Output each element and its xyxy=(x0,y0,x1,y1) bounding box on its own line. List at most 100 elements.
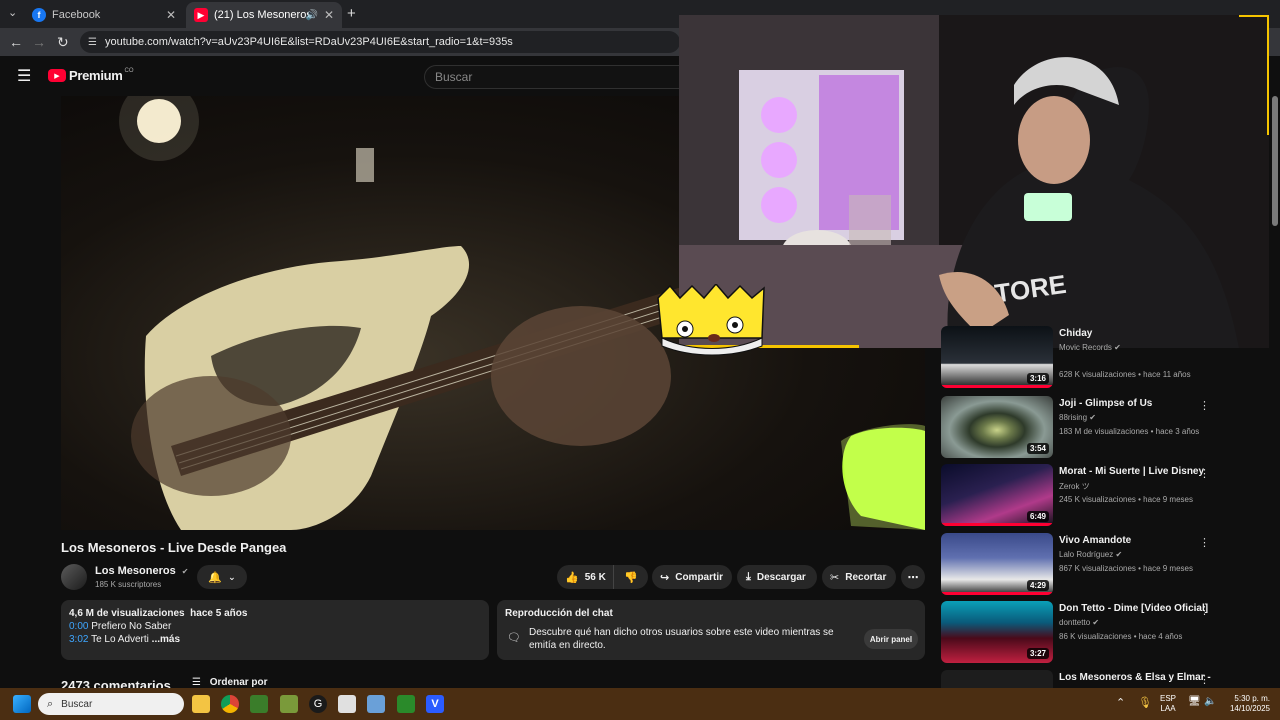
chrome-icon[interactable] xyxy=(221,695,239,713)
new-tab-button[interactable]: + xyxy=(347,5,356,22)
tab-list-icon[interactable]: ⌄ xyxy=(8,6,17,19)
more-vertical-icon[interactable]: ⋮ xyxy=(1199,536,1210,549)
minecraft-launcher-icon[interactable] xyxy=(280,695,298,713)
youtube-premium-logo[interactable]: ▶ Premium CO xyxy=(48,68,134,83)
duration-badge: 3:27 xyxy=(1026,648,1049,659)
recommendation-item[interactable]: Los Mesoneros & Elsa y Elmar - ⋮ xyxy=(941,670,1221,688)
tab-label: Facebook xyxy=(52,9,101,21)
share-icon: ↪ xyxy=(660,571,670,584)
tab-facebook[interactable]: f Facebook ✕ xyxy=(24,2,184,28)
video-thumbnail[interactable]: 3:54 xyxy=(941,396,1053,458)
scissors-icon: ✂ xyxy=(830,571,840,584)
channel-name[interactable]: Los Mesoneros ✔ xyxy=(95,565,188,577)
notification-bell-button[interactable]: 🔔 ⌄ xyxy=(197,565,247,589)
download-button[interactable]: ⤓ Descargar xyxy=(737,565,817,589)
game-launcher-icon[interactable] xyxy=(397,695,415,713)
sort-comments-button[interactable]: ☰ Ordenar por xyxy=(192,677,268,688)
clip-button[interactable]: ✂ Recortar xyxy=(822,565,896,589)
chat-replay-title: Reproducción del chat xyxy=(505,608,613,619)
channel-text: 88rising xyxy=(1059,413,1088,422)
channel-name-text: Los Mesoneros xyxy=(95,565,176,577)
reload-icon[interactable]: ↻ xyxy=(57,34,69,51)
chat-replay-box: Reproducción del chat 🗨 Descubre qué han… xyxy=(497,600,925,660)
chapter-row: 3:02 Te Lo Adverti ...más xyxy=(69,634,180,645)
volume-icon[interactable]: 🔈 xyxy=(1204,696,1216,707)
more-vertical-icon[interactable]: ⋮ xyxy=(1199,673,1210,686)
recommendation-title: Joji - Glimpse of Us xyxy=(1059,398,1153,409)
duration-badge: 6:49 xyxy=(1026,511,1049,522)
more-actions-button[interactable]: ⋯ xyxy=(901,565,925,589)
calculator-icon[interactable] xyxy=(367,695,385,713)
back-icon[interactable]: ← xyxy=(9,34,23,50)
recommendation-item[interactable]: 3:16 Chiday Movic Records ✔ 628 K visual… xyxy=(941,326,1221,388)
watch-progress-bar xyxy=(941,523,1053,526)
menu-icon[interactable]: ☰ xyxy=(17,66,31,86)
page-scrollbar[interactable] xyxy=(1272,96,1278,226)
chat-replay-text: Descubre qué han dicho otros usuarios so… xyxy=(529,627,834,651)
network-icon[interactable]: 🖥 xyxy=(1188,696,1201,707)
open-chat-panel-button[interactable]: Abrir panel xyxy=(864,629,918,649)
keyboard-layout: LAA xyxy=(1160,704,1176,713)
channel-avatar[interactable] xyxy=(61,564,87,590)
more-vertical-icon[interactable]: ⋮ xyxy=(1199,467,1210,480)
language-code: ESP xyxy=(1160,694,1177,703)
chat-icon: 🗨 xyxy=(507,632,521,644)
show-more-link[interactable]: ...más xyxy=(152,634,180,645)
like-count: 56 K xyxy=(584,571,606,583)
chapter-timestamp[interactable]: 0:00 xyxy=(69,621,88,632)
more-vertical-icon[interactable]: ⋮ xyxy=(1199,604,1210,617)
clock-date: 14/10/2025 xyxy=(1229,704,1270,713)
recommendation-item[interactable]: 3:27 Don Tetto - Dime [Video Oficial] do… xyxy=(941,601,1221,663)
clock[interactable]: 5:30 p. m. 14/10/2025 xyxy=(1222,694,1270,714)
url-field[interactable]: ☰ youtube.com/watch?v=aUv23P4UI6E&list=R… xyxy=(80,31,680,53)
recommendation-meta: 86 K visualizaciones • hace 4 años xyxy=(1059,632,1183,641)
like-button[interactable]: 👍 56 K xyxy=(557,565,613,589)
forward-icon[interactable]: → xyxy=(32,34,46,50)
sort-label: Ordenar por xyxy=(209,677,268,688)
video-thumbnail[interactable]: 6:49 xyxy=(941,464,1053,526)
search-input[interactable]: Buscar xyxy=(424,65,684,89)
chapter-timestamp[interactable]: 3:02 xyxy=(69,634,88,645)
views-and-date: 4,6 M de visualizaciones hace 5 años xyxy=(69,608,248,619)
description-box[interactable]: 4,6 M de visualizaciones hace 5 años 0:0… xyxy=(61,600,489,660)
recommendation-channel: 88rising ✔ xyxy=(1059,413,1096,422)
dislike-button[interactable]: 👎 xyxy=(613,565,648,589)
thumbs-down-icon: 👎 xyxy=(624,571,638,584)
taskbar-search-input[interactable]: ⌕ Buscar xyxy=(38,693,184,715)
video-title: Los Mesoneros - Live Desde Pangea xyxy=(61,540,287,555)
video-thumbnail[interactable]: 3:27 xyxy=(941,601,1053,663)
chevron-up-icon[interactable]: ⌃ xyxy=(1116,696,1125,709)
share-button[interactable]: ↪ Compartir xyxy=(652,565,732,589)
sort-icon: ☰ xyxy=(192,677,201,688)
language-indicator[interactable]: ESP LAA xyxy=(1160,694,1176,714)
app-window-icon[interactable] xyxy=(338,695,356,713)
speaker-icon[interactable]: 🔊 xyxy=(306,10,318,21)
logo-text: Premium xyxy=(69,68,123,83)
channel-text: Movic Records xyxy=(1059,343,1112,352)
download-label: Descargar xyxy=(756,571,806,583)
tab-youtube[interactable]: ▶ (21) Los Mesoneros - Live D 🔊 ✕ xyxy=(186,2,342,28)
app-g-icon[interactable]: G xyxy=(309,695,327,713)
recommendation-channel: Zerok ツ xyxy=(1059,481,1090,492)
minecraft-icon[interactable] xyxy=(250,695,268,713)
close-tab-icon[interactable]: ✕ xyxy=(324,8,334,22)
video-thumbnail[interactable]: 4:29 xyxy=(941,533,1053,595)
more-vertical-icon[interactable]: ⋮ xyxy=(1199,399,1210,412)
microphone-icon[interactable]: 🎙 xyxy=(1138,696,1152,709)
video-thumbnail[interactable] xyxy=(941,670,1053,688)
recommendation-item[interactable]: 3:54 Joji - Glimpse of Us 88rising ✔ 183… xyxy=(941,396,1221,458)
recommendation-item[interactable]: 4:29 Vivo Amandote Lalo Rodríguez ✔ 867 … xyxy=(941,533,1221,595)
taskbar-search-placeholder: Buscar xyxy=(61,698,93,710)
chevron-down-icon: ⌄ xyxy=(228,571,236,582)
video-thumbnail[interactable]: 3:16 xyxy=(941,326,1053,388)
recommendation-meta: 245 K visualizaciones • hace 9 meses xyxy=(1059,495,1193,504)
site-info-icon[interactable]: ☰ xyxy=(88,37,97,48)
recommendation-channel: donttetto ✔ xyxy=(1059,618,1099,627)
windows-start-icon[interactable] xyxy=(13,695,31,713)
app-v-icon[interactable]: V xyxy=(426,695,444,713)
verified-icon: ✔ xyxy=(1115,550,1123,559)
recommendation-item[interactable]: 6:49 Morat - Mi Suerte | Live Disney Zer… xyxy=(941,464,1221,526)
close-tab-icon[interactable]: ✕ xyxy=(166,8,176,22)
verified-icon: ✔ xyxy=(181,567,189,576)
file-explorer-icon[interactable] xyxy=(192,695,210,713)
